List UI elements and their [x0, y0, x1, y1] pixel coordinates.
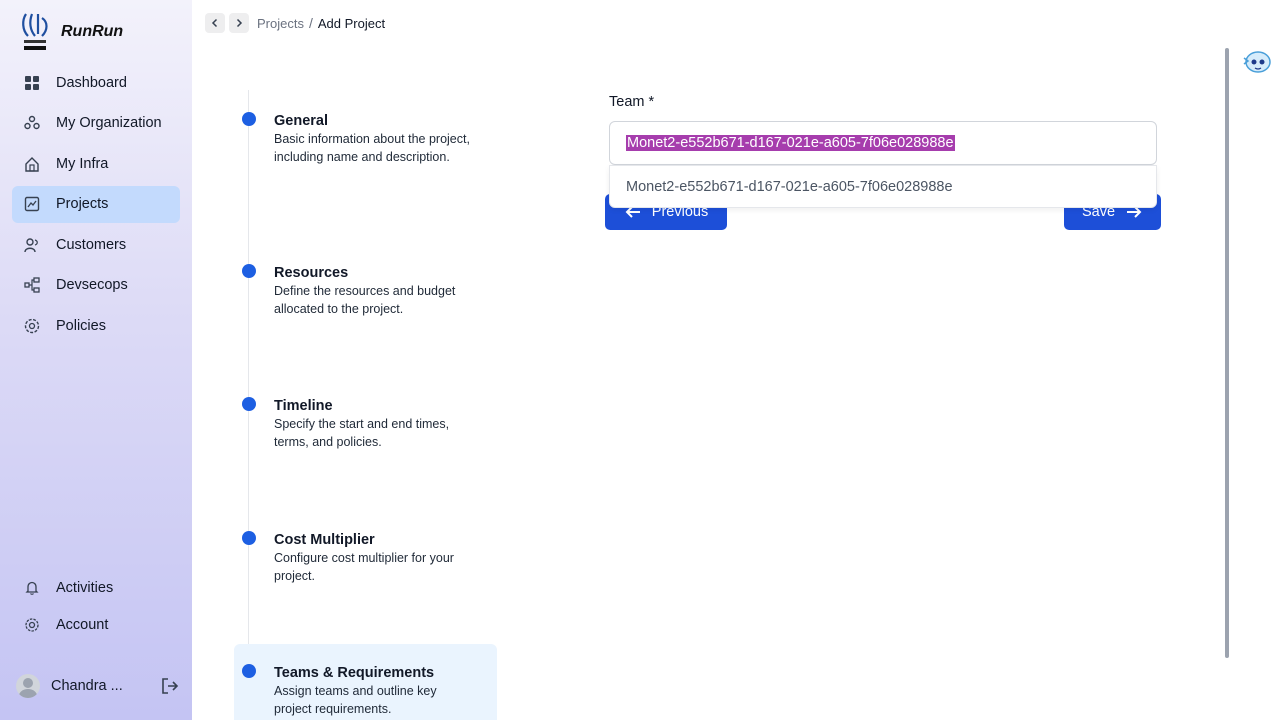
sidebar-item-devsecops[interactable]: Devsecops	[12, 267, 180, 304]
dashboard-icon	[24, 75, 40, 91]
step-dot	[242, 397, 256, 411]
breadcrumb-separator: /	[308, 15, 313, 31]
step-description: Specify the start and end times, terms, …	[274, 417, 450, 449]
breadcrumb-projects-link[interactable]: Projects	[257, 16, 304, 31]
sidebar-item-my-infra[interactable]: My Infra	[12, 145, 180, 182]
sidebar-item-label: Dashboard	[56, 74, 127, 91]
sidebar-item-label: Customers	[56, 236, 127, 253]
step-teams-requirements[interactable]: Teams & Requirements Assign teams and ou…	[234, 644, 497, 720]
sidebar-item-projects[interactable]: Projects	[12, 185, 180, 223]
sidebar-item-policies[interactable]: Policies	[12, 307, 180, 344]
scrollbar[interactable]	[1225, 48, 1229, 658]
logout-icon[interactable]	[160, 676, 180, 696]
step-dot	[242, 664, 256, 678]
infra-icon	[24, 156, 40, 172]
sidebar-item-account[interactable]: Account	[12, 606, 180, 643]
sidebar-item-label: Policies	[56, 317, 106, 334]
chevron-left-icon	[211, 18, 218, 28]
sidebar-nav: Dashboard My Organization My Infra Proje…	[12, 64, 180, 348]
chevron-right-icon	[236, 18, 243, 28]
brand[interactable]: RunRun	[20, 10, 123, 54]
user-profile[interactable]: Chandra ...	[16, 672, 182, 700]
gear-icon	[24, 617, 40, 633]
team-input-value: Monet2-e552b671-d167-021e-a605-7f06e0289…	[626, 135, 955, 151]
sidebar-item-my-organization[interactable]: My Organization	[12, 105, 180, 142]
user-name: Chandra ...	[51, 678, 123, 694]
step-description: Assign teams and outline key project req…	[274, 684, 437, 716]
bell-icon	[24, 580, 40, 596]
step-title: Cost Multiplier	[274, 532, 375, 548]
back-button[interactable]	[205, 13, 225, 33]
brand-name: RunRun	[61, 23, 124, 40]
step-general[interactable]: General Basic information about the proj…	[234, 112, 497, 166]
organization-icon	[24, 115, 40, 131]
step-description: Basic information about the project, inc…	[274, 132, 470, 164]
step-description: Define the resources and budget allocate…	[274, 284, 456, 316]
breadcrumb: Projects / Add Project	[205, 13, 385, 33]
step-dot	[242, 531, 256, 545]
sidebar-bottom-nav: Activities Account	[12, 569, 180, 643]
assistant-bot-icon[interactable]	[1241, 48, 1273, 76]
sidebar: RunRun Dashboard My Organization My Infr…	[0, 0, 192, 720]
step-cost-multiplier[interactable]: Cost Multiplier Configure cost multiplie…	[234, 531, 497, 585]
forward-button[interactable]	[229, 13, 249, 33]
railtel-logo-icon	[20, 10, 50, 54]
step-description: Configure cost multiplier for your proje…	[274, 551, 454, 583]
team-label: Team *	[609, 94, 655, 110]
customers-icon	[24, 237, 40, 253]
sidebar-item-label: My Organization	[56, 115, 162, 131]
sidebar-item-label: Projects	[56, 196, 109, 212]
step-dot	[242, 112, 256, 126]
avatar	[16, 674, 40, 698]
projects-icon	[24, 196, 40, 212]
sidebar-item-dashboard[interactable]: Dashboard	[12, 64, 180, 101]
team-dropdown-option[interactable]: Monet2-e552b671-d167-021e-a605-7f06e0289…	[609, 165, 1157, 208]
breadcrumb-current: Add Project	[317, 15, 386, 31]
step-title: Teams & Requirements	[274, 665, 435, 681]
sidebar-item-label: Account	[56, 616, 109, 633]
step-title: Timeline	[274, 398, 333, 414]
step-resources[interactable]: Resources Define the resources and budge…	[234, 264, 497, 318]
devsecops-icon	[24, 277, 40, 293]
sidebar-item-label: Devsecops	[56, 277, 128, 293]
team-input[interactable]: Monet2-e552b671-d167-021e-a605-7f06e0289…	[609, 121, 1157, 165]
step-title: General	[274, 113, 328, 129]
sidebar-item-customers[interactable]: Customers	[12, 226, 180, 263]
step-timeline[interactable]: Timeline Specify the start and end times…	[234, 397, 497, 451]
sidebar-item-label: Activities	[56, 579, 114, 596]
sidebar-item-label: My Infra	[56, 155, 109, 172]
step-dot	[242, 264, 256, 278]
step-title: Resources	[274, 265, 349, 281]
policies-icon	[24, 318, 40, 334]
dropdown-option-label: Monet2-e552b671-d167-021e-a605-7f06e0289…	[626, 178, 953, 195]
sidebar-item-activities[interactable]: Activities	[12, 569, 180, 606]
